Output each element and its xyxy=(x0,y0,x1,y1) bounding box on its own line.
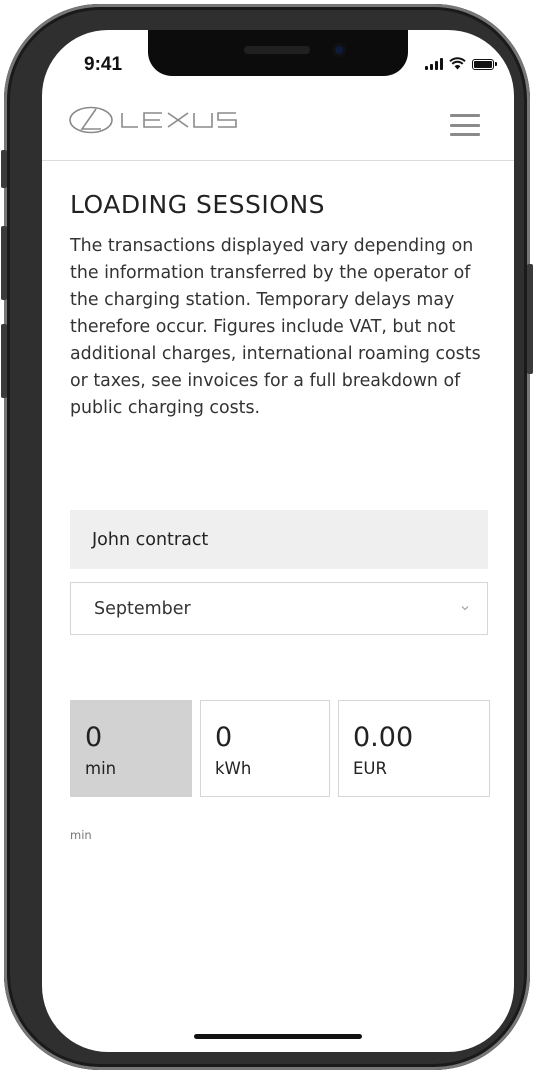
battery-icon xyxy=(472,59,497,70)
mute-switch xyxy=(1,150,7,188)
chart-unit-label: min xyxy=(70,828,92,842)
phone-screen: 9:41 LEXUS LOADING SESSIONS The transact… xyxy=(42,30,514,1052)
wifi-icon xyxy=(449,57,466,70)
status-icons xyxy=(425,57,497,70)
volume-down-button xyxy=(1,324,7,398)
month-dropdown[interactable]: September xyxy=(70,582,488,635)
page-title: LOADING SESSIONS xyxy=(70,190,326,219)
contract-label: John contract xyxy=(92,529,209,550)
status-time: 9:41 xyxy=(84,54,123,75)
home-indicator[interactable] xyxy=(194,1034,362,1039)
stat-duration-unit: min xyxy=(85,759,117,778)
contract-selector[interactable]: John contract xyxy=(70,510,488,569)
phone-frame: 9:41 LEXUS LOADING SESSIONS The transact… xyxy=(1,4,533,1070)
signal-icon xyxy=(425,58,443,70)
lexus-logo[interactable]: LEXUS xyxy=(68,104,262,136)
main-content: LOADING SESSIONS The transactions displa… xyxy=(70,190,490,422)
stat-duration[interactable]: 0 min xyxy=(70,700,192,797)
stat-cost-value: 0.00 xyxy=(353,722,414,753)
hamburger-menu-icon[interactable] xyxy=(450,114,480,136)
stat-energy-value: 0 xyxy=(215,722,233,753)
stat-duration-value: 0 xyxy=(85,722,103,753)
chevron-down-icon xyxy=(461,606,469,611)
stat-cost[interactable]: 0.00 EUR xyxy=(338,700,490,797)
speaker-grille xyxy=(244,46,310,54)
logo-text: LEXUS xyxy=(68,104,72,105)
volume-up-button xyxy=(1,226,7,300)
page-description: The transactions displayed vary dependin… xyxy=(70,236,481,418)
stat-energy-unit: kWh xyxy=(215,759,252,778)
month-dropdown-value: September xyxy=(94,598,191,619)
power-button xyxy=(527,264,533,374)
notch xyxy=(148,30,408,76)
stat-energy[interactable]: 0 kWh xyxy=(200,700,330,797)
stat-cost-unit: EUR xyxy=(353,759,387,778)
front-camera xyxy=(332,43,346,57)
site-header: LEXUS xyxy=(42,88,514,161)
